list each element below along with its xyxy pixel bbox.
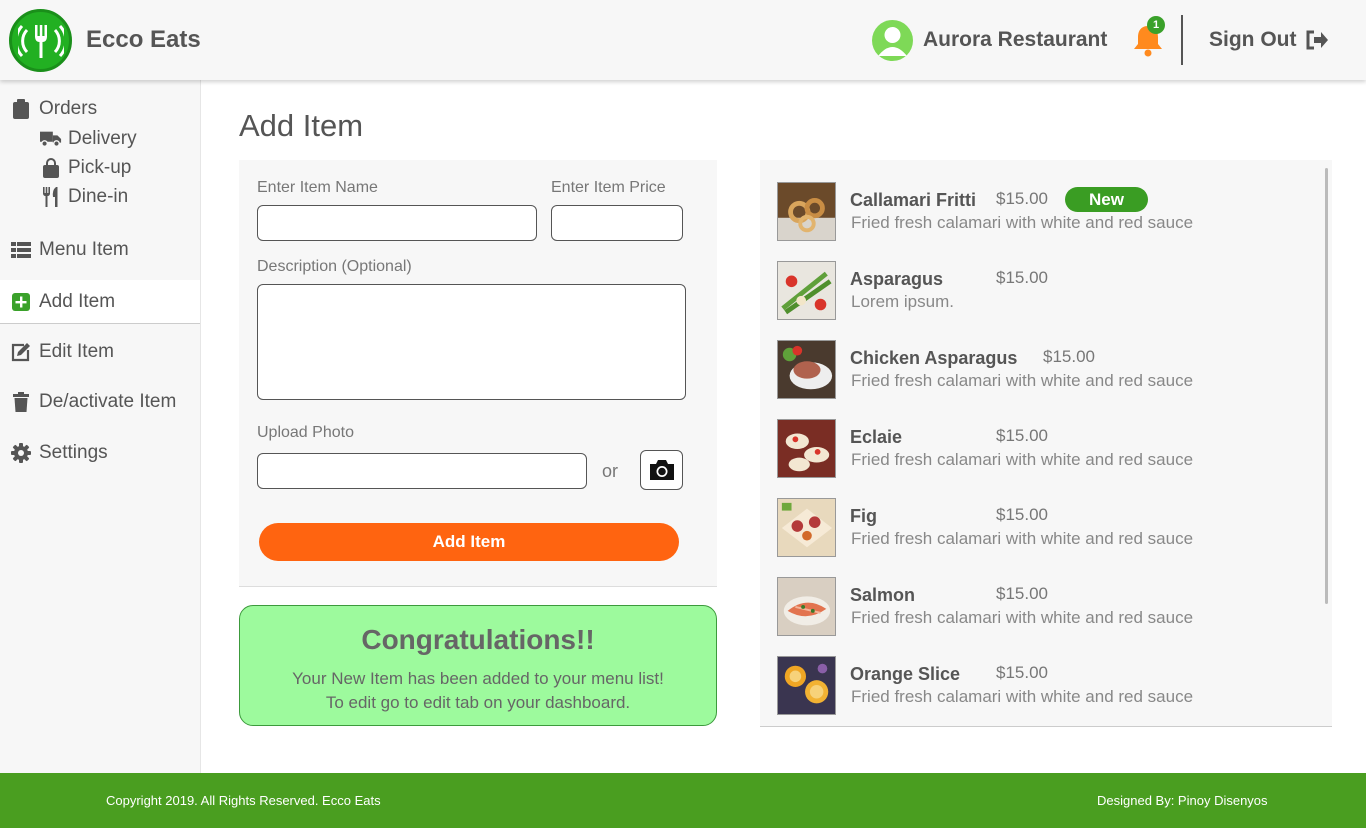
add-item-button[interactable]: Add Item [259, 523, 679, 561]
sidebar-item-label: Orders [39, 98, 98, 119]
list-item[interactable]: Salmon $15.00 Fried fresh calamari with … [777, 577, 1307, 637]
sidebar-item-label: Menu Item [39, 239, 129, 260]
sign-out-label: Sign Out [1209, 28, 1297, 51]
description-label: Description (Optional) [257, 258, 412, 275]
header-divider [1181, 15, 1183, 65]
list-item[interactable]: Callamari Fritti $15.00 New Fried fresh … [777, 182, 1307, 242]
item-price: $15.00 [996, 505, 1048, 524]
item-name: Fig [850, 506, 877, 526]
brand-name: Ecco Eats [86, 26, 201, 53]
top-header: Ecco Eats Aurora Restaurant 1 Sign Out [0, 0, 1366, 80]
sidebar-item-settings[interactable]: Settings [0, 431, 200, 475]
menu-item-list: Callamari Fritti $15.00 New Fried fresh … [760, 160, 1332, 727]
item-name: Orange Slice [850, 664, 961, 684]
sidebar-item-label: Pick-up [68, 157, 132, 178]
sidebar-item-label: Delivery [68, 128, 137, 149]
add-item-form: Enter Item Name Enter Item Price Descrip… [239, 160, 717, 587]
truck-icon [40, 129, 62, 149]
item-description: Fried fresh calamari with white and red … [851, 687, 1194, 706]
sidebar-item-pickup[interactable]: Pick-up [40, 155, 131, 181]
item-description: Lorem ipsum. [851, 292, 954, 311]
footer: Copyright 2019. All Rights Reserved. Ecc… [0, 773, 1366, 828]
success-line-1: Your New Item has been added to your men… [292, 669, 664, 688]
plus-square-icon [11, 292, 31, 312]
sidebar-item-edit-item[interactable]: Edit Item [0, 330, 200, 374]
camera-button[interactable] [640, 450, 683, 490]
footer-copyright: Copyright 2019. All Rights Reserved. Ecc… [106, 793, 381, 808]
item-price-input[interactable] [551, 205, 683, 241]
trash-icon [11, 392, 31, 412]
item-photo [777, 261, 836, 320]
sidebar-item-orders[interactable]: Orders [0, 87, 200, 131]
item-name: Chicken Asparagus [850, 348, 1018, 368]
item-photo [777, 182, 836, 241]
item-description: Fried fresh calamari with white and red … [851, 608, 1194, 627]
item-name-input[interactable] [257, 205, 537, 241]
sidebar-item-delivery[interactable]: Delivery [40, 126, 137, 152]
item-name-label: Enter Item Name [257, 179, 378, 196]
item-price: $15.00 [996, 426, 1048, 445]
item-description: Fried fresh calamari with white and red … [851, 371, 1194, 390]
page-title: Add Item [239, 108, 364, 143]
sidebar-item-dinein[interactable]: Dine-in [40, 184, 128, 210]
sidebar-item-deactivate-item[interactable]: De/activate Item [0, 380, 200, 424]
list-item[interactable]: Chicken Asparagus $15.00 Fried fresh cal… [777, 340, 1307, 400]
item-description: Fried fresh calamari with white and red … [851, 529, 1194, 548]
success-message: Congratulations!! Your New Item has been… [239, 605, 717, 726]
list-item[interactable]: Orange Slice $15.00 Fried fresh calamari… [777, 656, 1307, 716]
footer-designer: Designed By: Pinoy Disenyos [1097, 793, 1268, 808]
item-price: $15.00 [996, 663, 1048, 682]
gear-icon [11, 443, 31, 463]
restaurant-name: Aurora Restaurant [923, 28, 1108, 51]
item-description: Fried fresh calamari with white and red … [851, 450, 1194, 469]
sidebar-item-menu-item[interactable]: Menu Item [0, 228, 200, 272]
list-item[interactable]: Fig $15.00 Fried fresh calamari with whi… [777, 498, 1307, 558]
list-item[interactable]: Asparagus $15.00 Lorem ipsum. [777, 261, 1307, 321]
upload-photo-input[interactable] [257, 453, 587, 489]
item-photo [777, 577, 836, 636]
user-icon [878, 27, 907, 56]
item-description: Fried fresh calamari with white and red … [851, 213, 1194, 232]
item-price: $15.00 [996, 584, 1048, 603]
shopping-bag-icon [40, 158, 62, 178]
sidebar: Orders Delivery Pick-up Dine-in Menu Ite… [0, 80, 201, 773]
sign-out-icon [1306, 30, 1328, 50]
sidebar-item-label: De/activate Item [39, 391, 177, 412]
success-title: Congratulations!! [361, 624, 595, 655]
item-name: Callamari Fritti [850, 190, 977, 210]
item-photo [777, 498, 836, 557]
utensils-icon [40, 187, 62, 207]
item-name: Asparagus [850, 269, 944, 289]
sidebar-item-add-item[interactable]: Add Item [0, 280, 200, 324]
item-photo [777, 656, 836, 715]
camera-icon [649, 460, 674, 480]
item-photo [777, 419, 836, 478]
edit-icon [11, 342, 31, 362]
sidebar-item-label: Edit Item [39, 341, 114, 362]
sidebar-item-label: Settings [39, 442, 108, 463]
success-text: Your New Item has been added to your men… [240, 667, 716, 715]
new-badge: New [1065, 187, 1148, 212]
sidebar-item-label: Dine-in [68, 186, 129, 207]
item-price-label: Enter Item Price [551, 179, 666, 196]
item-price: $15.00 [1043, 347, 1095, 366]
list-item[interactable]: Eclaie $15.00 Fried fresh calamari with … [777, 419, 1307, 479]
notification-badge: 1 [1147, 16, 1165, 34]
description-textarea[interactable] [257, 284, 686, 400]
avatar[interactable] [872, 20, 913, 61]
item-price: $15.00 [996, 189, 1048, 208]
sign-out-button[interactable]: Sign Out [1209, 28, 1329, 52]
item-photo [777, 340, 836, 399]
success-line-2: To edit go to edit tab on your dashboard… [325, 693, 631, 712]
item-name: Eclaie [850, 427, 903, 447]
item-name: Salmon [850, 585, 916, 605]
clipboard-icon [11, 99, 31, 119]
list-scrollbar[interactable] [1325, 168, 1328, 604]
upload-photo-label: Upload Photo [257, 424, 354, 441]
list-icon [11, 240, 31, 260]
fork-icon[interactable] [9, 9, 72, 72]
item-price: $15.00 [996, 268, 1048, 287]
sidebar-item-label: Add Item [39, 290, 116, 312]
or-text: or [602, 461, 619, 481]
